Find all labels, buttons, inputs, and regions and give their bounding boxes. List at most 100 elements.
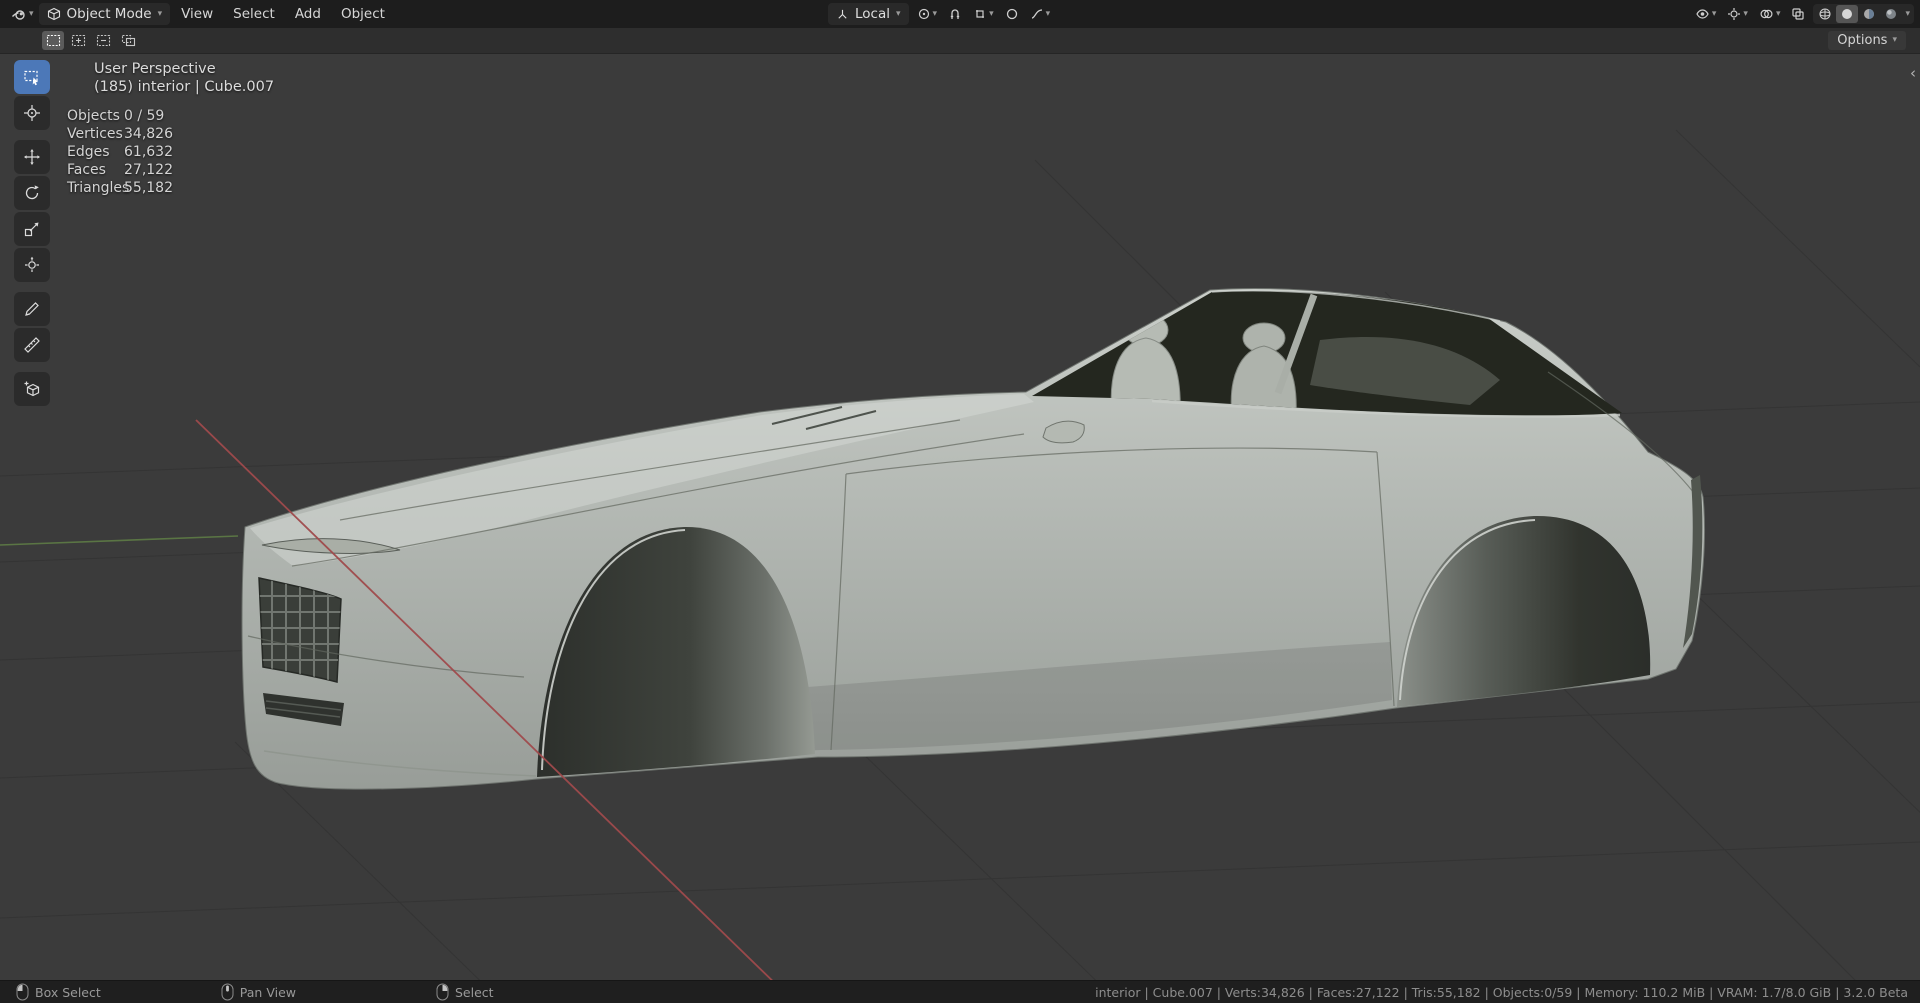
chevron-down-icon: ▾ — [157, 8, 163, 19]
chevron-down-icon: ▾ — [989, 8, 994, 19]
blender-menu-button[interactable]: ▾ — [8, 4, 37, 24]
stat-value: 34,826 — [124, 126, 173, 142]
hint-label: Pan View — [239, 984, 296, 1000]
stat-label: Faces — [67, 162, 106, 178]
visibility-eye-icon — [1696, 9, 1709, 19]
options-button[interactable]: Options ▾ — [1828, 31, 1906, 50]
status-bar: Box Select Pan View Select interior | Cu… — [0, 980, 1920, 1003]
box-select-icon — [24, 70, 38, 86]
tool-transform[interactable] — [14, 248, 50, 282]
magnet-icon — [950, 9, 960, 19]
stat-value: 27,122 — [124, 162, 173, 178]
chevron-down-icon: ▾ — [932, 8, 938, 19]
rendered-sphere-icon — [1886, 9, 1897, 19]
chevron-down-icon: ▾ — [896, 8, 901, 19]
measure-ruler-icon — [24, 337, 40, 353]
sidebar-collapse-chevron[interactable]: ‹ — [1910, 64, 1916, 82]
tool-shelf — [14, 60, 50, 406]
menu-add[interactable]: Add — [286, 6, 330, 22]
scale-icon — [24, 222, 39, 237]
tool-cursor[interactable] — [14, 96, 50, 130]
xray-icon — [1792, 8, 1805, 20]
snap-settings[interactable]: ▾ — [970, 5, 997, 23]
stat-value: 55,182 — [124, 180, 173, 196]
stat-label: Triangles — [67, 180, 130, 196]
select-subtract-icon — [96, 34, 110, 47]
hint-box-select: Box Select — [16, 983, 101, 1001]
overlays-icon — [1760, 9, 1773, 19]
proportional-editing-toggle[interactable] — [1002, 5, 1022, 23]
menu-view[interactable]: View — [172, 6, 222, 22]
menu-select[interactable]: Select — [224, 6, 284, 22]
chevron-down-icon: ▾ — [1743, 8, 1748, 19]
stat-row: Faces 27,122 — [67, 161, 173, 179]
viewport-shading-group: ▾ — [1813, 4, 1914, 24]
hint-pan-view: Pan View — [221, 983, 296, 1001]
view-collection-label: (185) interior | Cube.007 — [94, 79, 275, 95]
select-mode-extend[interactable] — [67, 31, 89, 50]
xray-toggle[interactable] — [1788, 5, 1808, 23]
tool-box-select[interactable] — [14, 60, 50, 94]
show-overlays-toggle[interactable]: ▾ — [1756, 5, 1784, 23]
stat-label: Vertices — [67, 126, 123, 142]
options-label: Options — [1837, 33, 1888, 48]
transform-orientation-selector[interactable]: Local ▾ — [828, 3, 909, 25]
move-icon — [24, 149, 40, 165]
car-model[interactable] — [241, 287, 1706, 790]
chevron-down-icon: ▾ — [29, 8, 34, 19]
cursor-icon — [24, 105, 40, 121]
snap-toggle[interactable] — [945, 5, 965, 23]
select-set-icon — [46, 34, 60, 47]
proportional-falloff-selector[interactable]: ▾ — [1027, 5, 1054, 23]
proportional-editing-icon — [1006, 8, 1017, 20]
tool-move[interactable] — [14, 140, 50, 174]
chevron-down-icon: ▾ — [1711, 8, 1717, 19]
object-mode-icon — [47, 7, 60, 21]
select-mode-group — [42, 31, 139, 50]
gizmo-icon — [1728, 8, 1741, 20]
select-intersect-icon — [121, 34, 135, 47]
blender-logo-icon — [11, 10, 25, 20]
shading-material-button[interactable] — [1858, 5, 1880, 23]
tool-add-cube[interactable] — [14, 372, 50, 406]
hint-label: Box Select — [35, 984, 101, 1000]
tool-rotate[interactable] — [14, 176, 50, 210]
hint-label: Select — [454, 984, 494, 1000]
shading-solid-button[interactable] — [1836, 5, 1859, 23]
stat-row: Vertices 34,826 — [67, 125, 173, 143]
orientation-axes-icon — [838, 9, 847, 19]
chevron-down-icon: ▾ — [1892, 35, 1897, 45]
menu-object[interactable]: Object — [332, 6, 394, 22]
show-gizmo-toggle[interactable]: ▾ — [1724, 5, 1751, 23]
tool-scale[interactable] — [14, 212, 50, 246]
add-cube-icon — [24, 381, 40, 397]
pivot-point-icon — [918, 8, 929, 20]
mode-selector[interactable]: Object Mode ▾ — [38, 3, 171, 25]
chevron-down-icon: ▾ — [1045, 8, 1051, 19]
axis-y-line — [0, 535, 239, 546]
tool-measure[interactable] — [14, 328, 50, 362]
shading-wireframe-button[interactable] — [1814, 5, 1836, 23]
3d-viewport[interactable]: User Perspective (185) interior | Cube.0… — [0, 0, 1920, 1003]
middle-mouse-icon — [221, 983, 234, 1001]
transform-orientation-label: Local — [855, 6, 890, 22]
object-type-visibility[interactable]: ▾ — [1692, 5, 1720, 23]
tool-annotate[interactable] — [14, 292, 50, 326]
view-perspective-label: User Perspective — [94, 61, 216, 77]
material-sphere-icon — [1864, 9, 1875, 19]
annotate-pencil-icon — [25, 302, 39, 316]
shading-rendered-button[interactable] — [1880, 5, 1902, 23]
pivot-point-selector[interactable]: ▾ — [914, 5, 941, 23]
chevron-down-icon: ▾ — [1905, 8, 1910, 19]
wireframe-sphere-icon — [1819, 8, 1831, 20]
select-mode-subtract[interactable] — [92, 31, 114, 50]
stat-value: 0 / 59 — [124, 108, 165, 124]
select-mode-set[interactable] — [42, 31, 64, 50]
snap-target-icon — [976, 10, 985, 18]
scene-info-text: interior | Cube.007 | Verts:34,826 | Fac… — [1095, 984, 1908, 1000]
select-mode-intersect[interactable] — [117, 31, 139, 50]
stat-label: Objects — [67, 108, 120, 124]
left-mouse-icon — [16, 983, 29, 1001]
viewport-canvas[interactable] — [0, 0, 1920, 1003]
top-menu-bar: ▾ Object Mode ▾ View Select Add Object L… — [0, 0, 1920, 28]
